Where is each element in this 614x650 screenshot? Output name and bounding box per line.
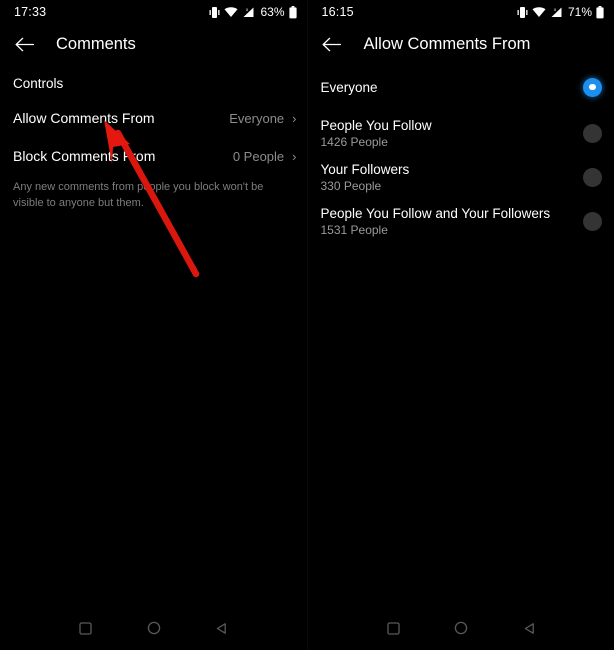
- row-value: 0 People: [232, 148, 285, 164]
- option-texts: Everyone: [321, 80, 378, 95]
- page-title: Comments: [56, 34, 136, 53]
- option-people-you-follow[interactable]: People You Follow 1426 People: [308, 112, 614, 154]
- option-label: Your Followers: [320, 161, 410, 177]
- battery-icon: [596, 5, 604, 18]
- back-button[interactable]: [322, 34, 342, 54]
- android-nav-bar: [308, 606, 614, 650]
- signal-icon: x: [551, 7, 562, 17]
- radio-people-you-follow[interactable]: [583, 123, 602, 143]
- row-label: Block Comments From: [13, 148, 156, 164]
- arrow-left-icon: [15, 37, 34, 51]
- home-button[interactable]: [143, 617, 165, 639]
- option-sublabel: 1531 People: [320, 222, 388, 237]
- back-triangle-icon: [524, 622, 534, 634]
- option-label: People You Follow and Your Followers: [320, 205, 551, 221]
- section-header-controls: Controls: [13, 76, 64, 91]
- back-triangle-icon: [216, 622, 226, 634]
- option-texts: Your Followers 330 People: [321, 162, 410, 193]
- android-nav-bar: [0, 606, 307, 650]
- home-button[interactable]: [450, 617, 472, 639]
- app-bar: Allow Comments From: [308, 24, 614, 64]
- vibrate-icon: [517, 6, 528, 18]
- option-sublabel: 330 People: [320, 178, 382, 193]
- home-circle-icon: [454, 621, 468, 635]
- row-label: Allow Comments From: [13, 110, 155, 126]
- battery-icon: [288, 5, 297, 18]
- app-bar: Comments: [0, 24, 307, 64]
- chevron-right-icon: ›: [292, 148, 297, 164]
- wifi-icon: [532, 6, 546, 17]
- back-nav-button[interactable]: [211, 617, 233, 639]
- back-button[interactable]: [14, 34, 34, 54]
- block-comments-footnote: Any new comments from people you block w…: [13, 181, 264, 209]
- status-icon-group: x 71%: [517, 5, 604, 19]
- page-title: Allow Comments From: [363, 34, 531, 53]
- signal-icon: x: [243, 7, 254, 17]
- status-bar: 17:33 x 63%: [0, 0, 307, 24]
- arrow-left-icon: [322, 37, 341, 51]
- recents-square-icon: [79, 621, 92, 635]
- wifi-icon: [224, 6, 238, 17]
- row-value: Everyone: [229, 110, 285, 126]
- option-everyone[interactable]: Everyone: [308, 72, 614, 102]
- recents-square-icon: [386, 621, 400, 635]
- home-circle-icon: [147, 621, 160, 635]
- screenshot-root: 17:33 x 63% Comments Controls Allow Comm…: [0, 0, 614, 650]
- option-label: People You Follow: [320, 117, 432, 133]
- row-allow-comments-from[interactable]: Allow Comments From Everyone ›: [0, 101, 307, 135]
- row-value-group: 0 People ›: [233, 149, 297, 164]
- option-people-you-follow-and-your-followers[interactable]: People You Follow and Your Followers 153…: [308, 200, 614, 242]
- status-icon-group: x 63%: [209, 5, 297, 19]
- option-sublabel: 1426 People: [320, 134, 388, 149]
- radio-your-followers[interactable]: [583, 167, 602, 187]
- svg-text:x: x: [554, 7, 557, 12]
- status-bar: 16:15 x 71%: [308, 0, 614, 24]
- recents-button[interactable]: [75, 617, 97, 639]
- vibrate-icon: [209, 6, 220, 18]
- svg-text:x: x: [246, 7, 249, 12]
- option-texts: People You Follow 1426 People: [321, 118, 432, 149]
- right-phone-panel: 16:15 x 71% Allow Comments From Everyone…: [306, 0, 614, 650]
- option-your-followers[interactable]: Your Followers 330 People: [308, 156, 614, 198]
- status-time: 17:33: [14, 5, 47, 19]
- option-texts: People You Follow and Your Followers 153…: [321, 206, 551, 237]
- back-nav-button[interactable]: [518, 617, 540, 639]
- chevron-right-icon: ›: [292, 110, 297, 126]
- battery-percent-label: 63%: [260, 5, 285, 19]
- status-time: 16:15: [321, 5, 354, 19]
- left-phone-panel: 17:33 x 63% Comments Controls Allow Comm…: [0, 0, 307, 650]
- radio-everyone[interactable]: [583, 77, 602, 97]
- option-label: Everyone: [320, 79, 378, 95]
- row-value-group: Everyone ›: [229, 111, 296, 126]
- radio-people-you-follow-and-your-followers[interactable]: [583, 211, 602, 231]
- row-block-comments-from[interactable]: Block Comments From 0 People ›: [0, 139, 307, 173]
- recents-button[interactable]: [382, 617, 404, 639]
- battery-percent-label: 71%: [567, 5, 592, 19]
